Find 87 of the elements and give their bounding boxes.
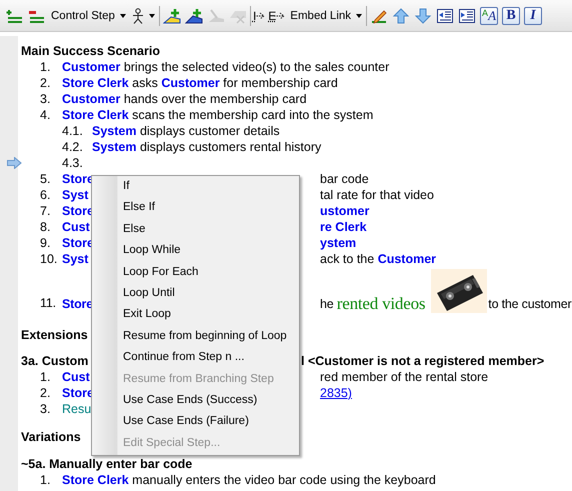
outdent-icon xyxy=(436,8,454,24)
step-number: 4.2. xyxy=(62,139,84,155)
step-number: 9. xyxy=(40,235,52,251)
step-number: 3. xyxy=(40,91,52,107)
indent-icon xyxy=(458,8,476,24)
reference-link[interactable]: 2835) xyxy=(320,385,352,401)
actor-name: Customer xyxy=(161,75,220,91)
step-text: red member of the rental store xyxy=(320,369,488,385)
menu-item[interactable]: Loop For Each xyxy=(92,262,299,283)
step-text: displays customers rental history xyxy=(138,139,322,155)
add-flow-icon xyxy=(162,8,181,24)
actor-name: ystem xyxy=(320,235,356,251)
section-heading: Variations xyxy=(21,429,81,445)
step-number: 1. xyxy=(40,472,52,488)
step-number: 1. xyxy=(40,59,52,75)
caret-icon xyxy=(120,14,126,18)
step-number: 1. xyxy=(40,369,52,385)
actor-name: System xyxy=(92,139,136,155)
actor-name: Cust xyxy=(62,369,90,385)
extension-title: l <Customer is not a registered member> xyxy=(301,353,544,369)
actor-name: Customer xyxy=(62,91,120,107)
step-text: tal rate for that video xyxy=(320,187,434,203)
step-text: brings the selected video(s) to the sales counter xyxy=(122,59,390,75)
resume-text: Resu xyxy=(62,401,92,417)
step-text: for membership card xyxy=(222,75,338,91)
step-text: ack to the xyxy=(320,251,376,267)
step-number: 8. xyxy=(40,219,52,235)
add-step-icon xyxy=(6,8,24,24)
step-text: he xyxy=(320,296,335,313)
dropdown-button[interactable]: Embed Link xyxy=(288,4,364,26)
menu-item[interactable]: Continue from Step n ... xyxy=(92,347,299,369)
step-number: 5. xyxy=(40,171,52,187)
step-text: scans the membership card into the system xyxy=(131,107,374,123)
step-number: 4.3. xyxy=(62,155,84,171)
step-number: 7. xyxy=(40,203,52,219)
pencil-icon xyxy=(370,8,388,24)
step-text: asks xyxy=(131,75,159,91)
dotted-arrow-icon xyxy=(254,10,266,20)
menu-item[interactable]: Exit Loop xyxy=(92,304,299,326)
actor-name: Syst xyxy=(62,251,88,267)
menu-item[interactable]: Resume from beginning of Loop xyxy=(92,326,299,348)
menu-item[interactable]: Loop While xyxy=(92,240,299,262)
dotted-arrow-icon xyxy=(274,10,286,20)
bold-button[interactable]: B xyxy=(502,6,520,24)
variation-title: ~5a. Manually enter bar code xyxy=(21,456,192,472)
move-up-icon xyxy=(392,8,410,24)
menu-item[interactable]: Else xyxy=(92,218,299,240)
caret-icon xyxy=(356,14,362,18)
actor-name: Store Clerk xyxy=(62,472,129,488)
actor-name: Cust xyxy=(62,219,90,235)
section-heading: Extensions xyxy=(21,327,88,343)
stick-figure-icon xyxy=(132,8,144,24)
step-text: bar code xyxy=(320,171,369,187)
actor-name: ustomer xyxy=(320,203,370,219)
actor-name: Syst xyxy=(62,187,88,203)
step-number: 2. xyxy=(40,385,52,401)
step-number: 2. xyxy=(40,75,52,91)
actor-name: re Clerk xyxy=(320,219,367,235)
disabled-tool-icon xyxy=(206,8,225,24)
step-number: 6. xyxy=(40,187,52,203)
move-down-icon xyxy=(414,8,432,24)
menu-item[interactable]: Use Case Ends (Failure) xyxy=(92,411,299,433)
step-text: to the customer xyxy=(488,296,572,313)
extend-step-button[interactable]: E xyxy=(268,4,286,26)
step-number: 11. xyxy=(40,295,57,312)
italic-button[interactable]: I xyxy=(524,6,542,24)
add-alternate-icon xyxy=(184,8,203,24)
step-number: 10. xyxy=(40,251,58,267)
dropdown-button[interactable]: Control Step xyxy=(49,4,128,26)
step-text: displays customer details xyxy=(138,123,280,139)
menu-item[interactable]: Else If xyxy=(92,197,299,219)
step-text: hands over the membership card xyxy=(122,91,307,107)
extension-title: 3a. Custom xyxy=(21,353,88,369)
step-number: 4. xyxy=(40,107,52,123)
step-text: manually enters the video bar code using the keyboard xyxy=(131,472,436,488)
menu-item[interactable]: Use Case Ends (Success) xyxy=(92,390,299,412)
actor-name: Store Clerk xyxy=(62,107,129,123)
actor-name: Store Clerk xyxy=(62,75,129,91)
actor-name: Customer xyxy=(378,251,436,267)
section-heading: Main Success Scenario xyxy=(21,43,160,59)
menu-item[interactable]: If xyxy=(92,176,299,198)
actor-name: Customer xyxy=(62,59,120,75)
actor-name: System xyxy=(92,123,136,139)
caret-icon xyxy=(148,14,155,18)
step-number: 3. xyxy=(40,401,52,417)
step-number: 4.1. xyxy=(62,123,84,139)
menu-item[interactable]: Loop Until xyxy=(92,282,299,304)
